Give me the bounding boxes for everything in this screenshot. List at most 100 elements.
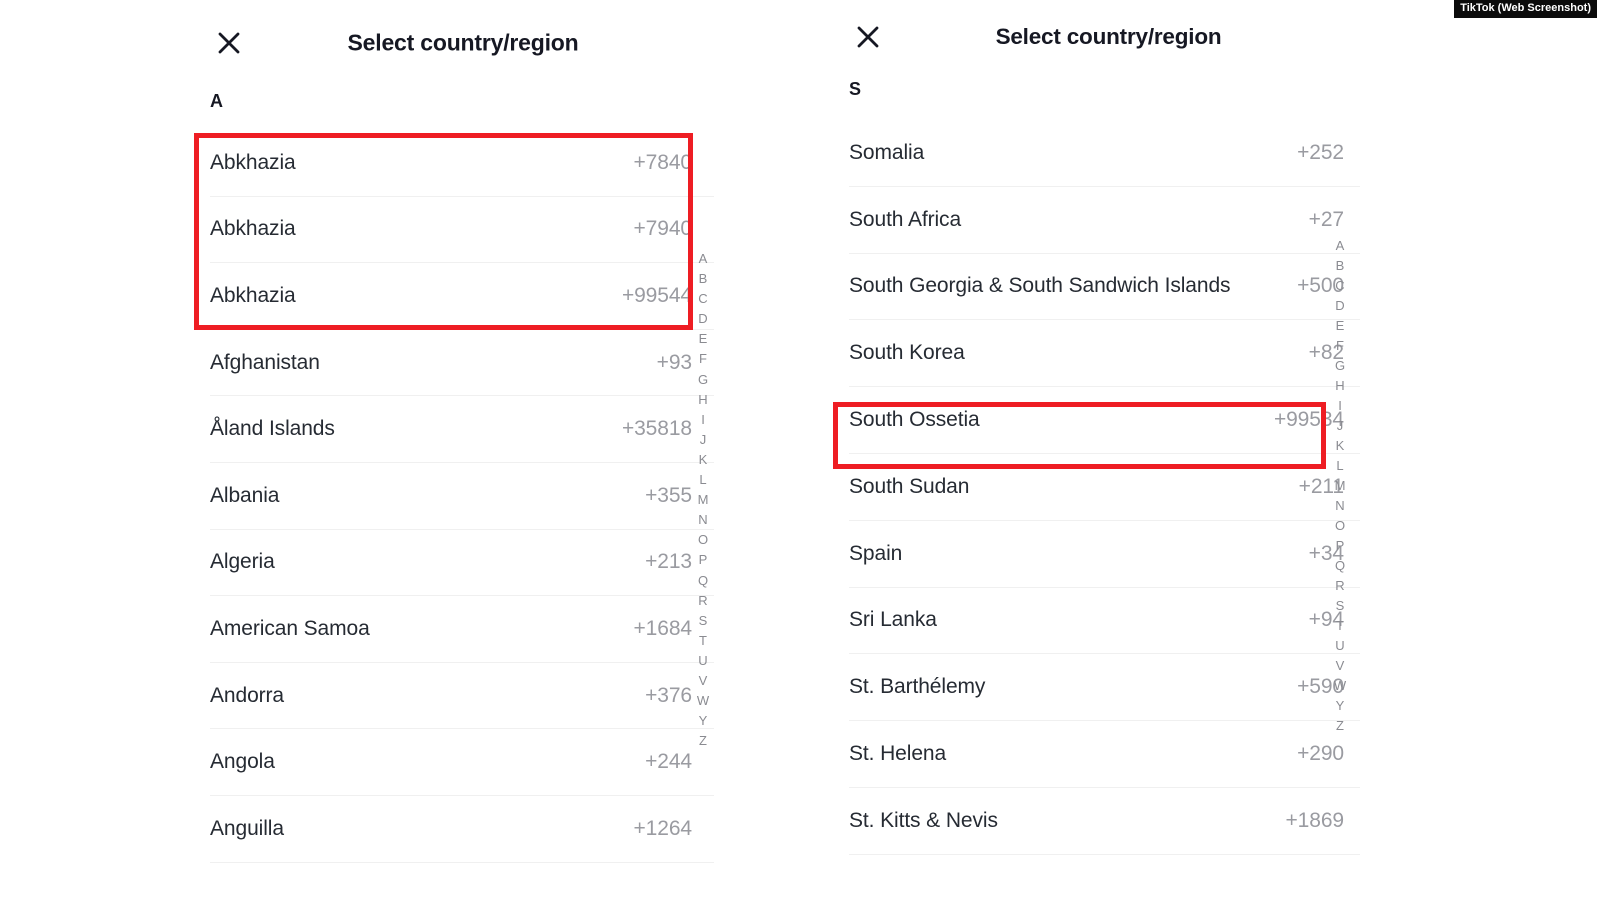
alphabet-index-letter[interactable]: C xyxy=(1335,276,1344,296)
alphabet-index-letter[interactable]: K xyxy=(699,450,708,470)
table-row[interactable]: South Ossetia +99534 xyxy=(849,387,1360,454)
alphabet-index-letter[interactable]: F xyxy=(699,349,707,369)
alphabet-index-letter[interactable]: D xyxy=(698,309,707,329)
alphabet-index-letter[interactable]: T xyxy=(699,631,707,651)
alphabet-index-letter[interactable]: Z xyxy=(1336,716,1344,736)
country-name: Åland Islands xyxy=(210,417,335,441)
alphabet-index-letter[interactable]: R xyxy=(1335,576,1344,596)
page-title: Select country/region xyxy=(995,24,1222,49)
table-row[interactable]: Anguilla +1264 xyxy=(210,795,714,863)
table-row[interactable]: Algeria +213 xyxy=(210,529,714,597)
alphabet-index-letter[interactable]: G xyxy=(698,370,708,390)
table-row[interactable]: Afghanistan +93 xyxy=(210,329,714,397)
alphabet-index-letter[interactable]: L xyxy=(1336,456,1343,476)
alphabet-index-letter[interactable]: Z xyxy=(699,731,707,751)
table-row[interactable]: South Africa +27 xyxy=(849,186,1360,254)
country-list-right: Somalia +252 South Africa +27 South Geor… xyxy=(833,120,1360,855)
alphabet-index-letter[interactable]: Q xyxy=(1335,556,1345,576)
alphabet-index-letter[interactable]: S xyxy=(699,611,708,631)
alphabet-index-letter[interactable]: U xyxy=(698,651,707,671)
country-dial-code: +35818 xyxy=(621,417,692,441)
alphabet-index-letter[interactable]: Y xyxy=(1336,696,1345,716)
table-row[interactable]: Andorra +376 xyxy=(210,662,714,730)
country-name: Angola xyxy=(210,750,275,774)
alphabet-index-letter[interactable]: T xyxy=(1336,616,1344,636)
table-row[interactable]: South Korea +82 xyxy=(849,320,1360,388)
table-row[interactable]: Åland Islands +35818 xyxy=(210,396,714,463)
alphabet-index-letter[interactable]: E xyxy=(1336,316,1345,336)
alphabet-index-letter[interactable]: S xyxy=(1336,596,1345,616)
alphabet-index-letter[interactable]: M xyxy=(1335,476,1346,496)
alphabet-index-right[interactable]: ABCDEFGHIJKLMNOPQRSTUVWYZ xyxy=(1331,236,1349,736)
alphabet-index-letter[interactable]: V xyxy=(1336,656,1345,676)
alphabet-index-letter[interactable]: K xyxy=(1336,436,1345,456)
alphabet-index-letter[interactable]: L xyxy=(699,470,706,490)
table-row[interactable]: St. Barthélemy +590 xyxy=(849,654,1360,722)
alphabet-index-letter[interactable]: W xyxy=(1334,676,1346,696)
alphabet-index-letter[interactable]: P xyxy=(699,550,708,570)
table-row[interactable]: Angola +244 xyxy=(210,729,714,796)
country-name: South Africa xyxy=(849,207,962,231)
country-name: Abkhazia xyxy=(210,150,296,174)
alphabet-index-letter[interactable]: Y xyxy=(699,711,708,731)
country-dial-code: +1869 xyxy=(1285,808,1345,832)
table-row[interactable]: St. Helena +290 xyxy=(849,721,1360,788)
alphabet-index-letter[interactable]: R xyxy=(698,591,707,611)
country-name: St. Barthélemy xyxy=(849,675,986,699)
table-row[interactable]: Somalia +252 xyxy=(849,120,1360,187)
alphabet-index-letter[interactable]: O xyxy=(698,530,708,550)
alphabet-index-left[interactable]: ABCDEFGHIJKLMNOPQRSTUVWYZ xyxy=(694,249,712,751)
alphabet-index-letter[interactable]: B xyxy=(699,269,708,289)
alphabet-index-letter[interactable]: P xyxy=(1336,536,1345,556)
country-dial-code: +93 xyxy=(656,350,692,374)
panel-header-left: Select country/region xyxy=(194,0,714,86)
alphabet-index-letter[interactable]: E xyxy=(699,329,708,349)
country-dial-code: +1684 xyxy=(633,616,693,640)
country-name: Sri Lanka xyxy=(849,608,937,632)
alphabet-index-letter[interactable]: G xyxy=(1335,356,1345,376)
table-row[interactable]: South Sudan +211 xyxy=(849,453,1360,521)
country-name: Abkhazia xyxy=(210,217,296,241)
table-row[interactable]: Abkhazia +7940 xyxy=(210,196,714,264)
alphabet-index-letter[interactable]: J xyxy=(1337,416,1344,436)
alphabet-index-letter[interactable]: N xyxy=(698,510,707,530)
alphabet-index-letter[interactable]: A xyxy=(699,249,708,269)
alphabet-index-letter[interactable]: H xyxy=(698,390,707,410)
alphabet-index-letter[interactable]: Q xyxy=(698,571,708,591)
table-row[interactable]: Sri Lanka +94 xyxy=(849,587,1360,655)
table-row[interactable]: American Samoa +1684 xyxy=(210,596,714,663)
alphabet-index-letter[interactable]: F xyxy=(1336,336,1344,356)
table-row[interactable]: Albania +355 xyxy=(210,462,714,530)
country-name: American Samoa xyxy=(210,616,370,640)
country-name: Anguilla xyxy=(210,816,284,840)
alphabet-index-letter[interactable]: U xyxy=(1335,636,1344,656)
table-row[interactable]: Abkhazia +7840 xyxy=(210,130,714,197)
alphabet-index-letter[interactable]: A xyxy=(1336,236,1345,256)
country-name: Albania xyxy=(210,483,280,507)
table-row[interactable]: South Georgia & South Sandwich Islands +… xyxy=(849,253,1360,321)
alphabet-index-letter[interactable]: W xyxy=(697,691,709,711)
alphabet-index-letter[interactable]: I xyxy=(1338,396,1342,416)
country-name: Andorra xyxy=(210,683,285,707)
page-title: Select country/region xyxy=(347,29,579,56)
alphabet-index-letter[interactable]: M xyxy=(698,490,709,510)
alphabet-index-letter[interactable]: B xyxy=(1336,256,1345,276)
alphabet-index-letter[interactable]: O xyxy=(1335,516,1345,536)
country-picker-panel-right: Select country/region S Somalia +252 Sou… xyxy=(833,0,1360,898)
country-picker-panel-left: Select country/region A Abkhazia +7840 A… xyxy=(194,0,714,898)
table-row[interactable]: Spain +34 xyxy=(849,520,1360,588)
country-name: South Georgia & South Sandwich Islands xyxy=(849,274,1231,298)
alphabet-index-letter[interactable]: H xyxy=(1335,376,1344,396)
alphabet-index-letter[interactable]: C xyxy=(698,289,707,309)
country-dial-code: +1264 xyxy=(633,816,693,840)
alphabet-index-letter[interactable]: I xyxy=(701,410,705,430)
country-name: South Sudan xyxy=(849,474,970,498)
watermark-label: TikTok (Web Screenshot) xyxy=(1454,0,1597,18)
alphabet-index-letter[interactable]: N xyxy=(1335,496,1344,516)
table-row[interactable]: Abkhazia +99544 xyxy=(210,263,714,330)
alphabet-index-letter[interactable]: D xyxy=(1335,296,1344,316)
table-row[interactable]: St. Kitts & Nevis +1869 xyxy=(849,787,1360,855)
country-dial-code: +99544 xyxy=(621,283,692,307)
alphabet-index-letter[interactable]: V xyxy=(699,671,708,691)
alphabet-index-letter[interactable]: J xyxy=(700,430,707,450)
